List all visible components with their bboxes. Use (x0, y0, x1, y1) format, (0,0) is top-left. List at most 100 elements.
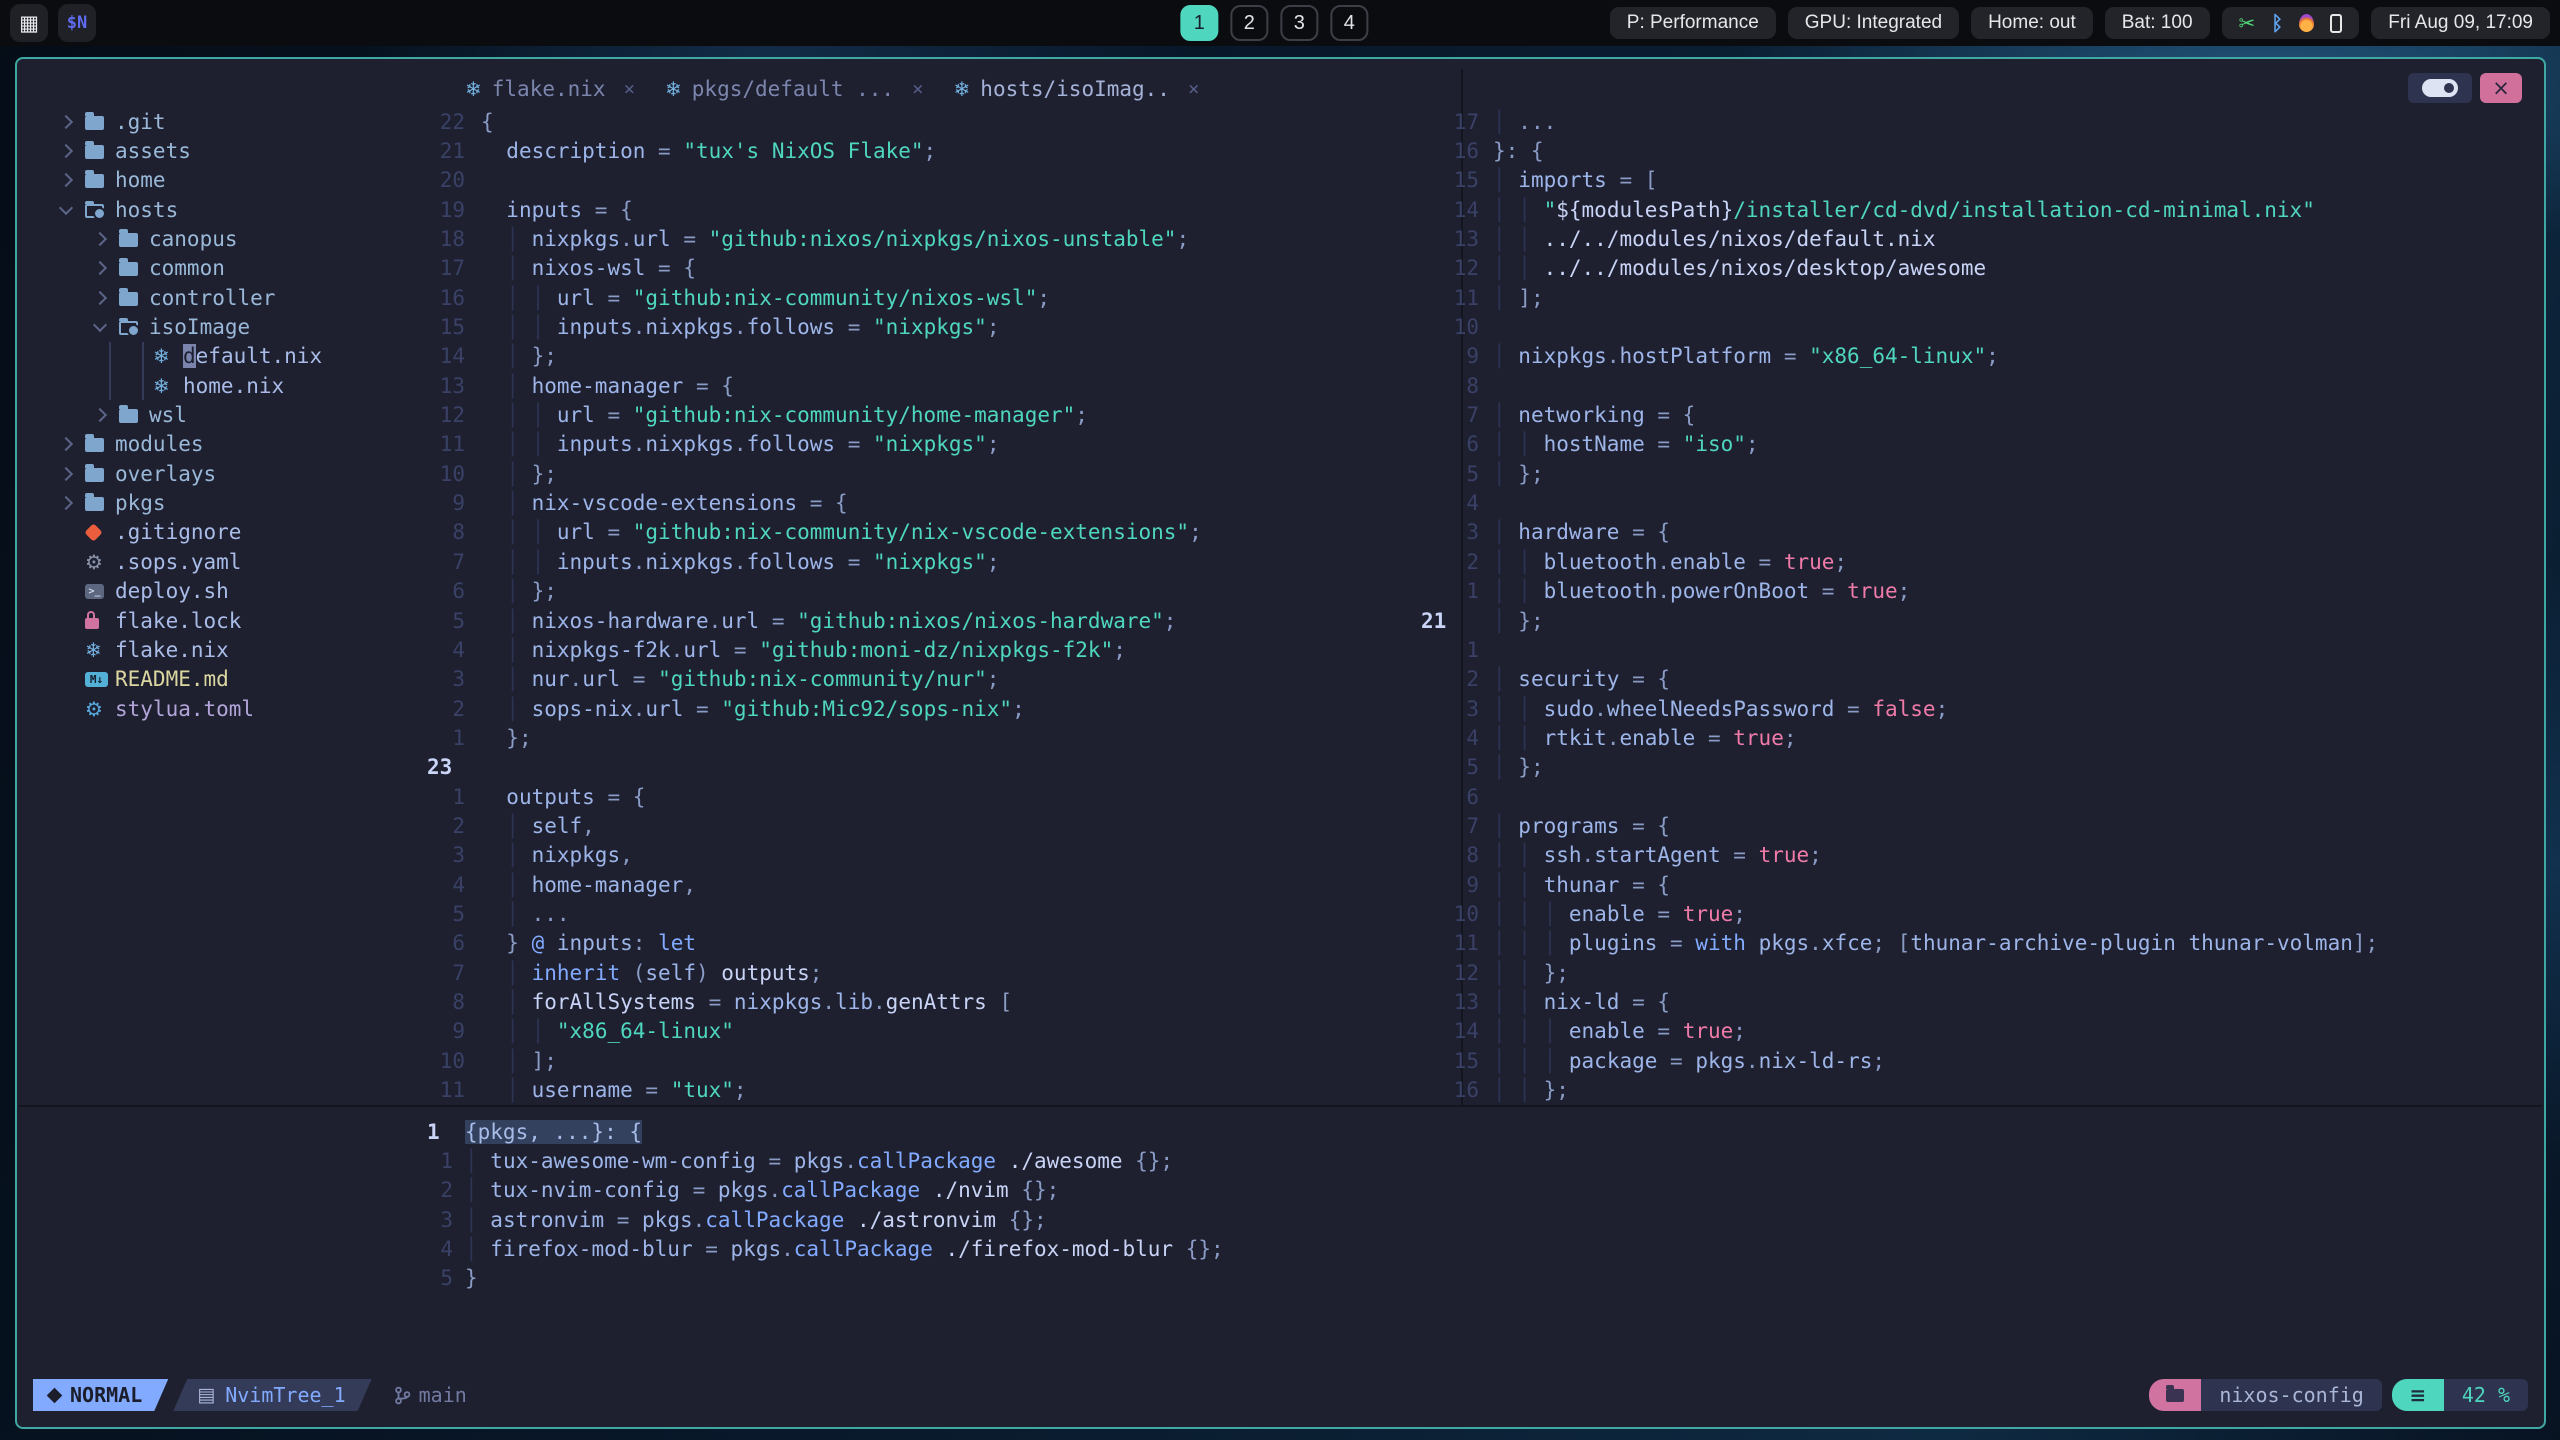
chevron-right-icon[interactable] (58, 496, 85, 511)
chevron-right-icon[interactable] (92, 261, 119, 276)
code-line[interactable]: 1 │ tux-awesome-wm-config = pkgs.callPack… (427, 1146, 1224, 1175)
chevron-right-icon[interactable] (92, 231, 119, 247)
code-line[interactable]: 15 │ imports = [ (1421, 166, 2378, 195)
workspace-1[interactable]: 1 (1180, 5, 1219, 41)
window-toggle-switch[interactable] (2408, 73, 2472, 103)
tree-item-stylua.toml[interactable]: ⚙ stylua.toml (43, 694, 443, 723)
tab-close-icon[interactable]: × (624, 78, 635, 100)
tree-item-canopus[interactable]: canopus (43, 224, 443, 253)
horizontal-split-separator[interactable] (19, 1105, 2542, 1107)
code-line[interactable]: 4 (1421, 488, 2378, 517)
code-line[interactable]: 1 outputs = { (427, 782, 1202, 811)
code-line[interactable]: 10 │ }; (427, 459, 1202, 488)
tree-item-README.md[interactable]: M↓ README.md (43, 665, 443, 694)
code-line[interactable]: 12 │ │ }; (1421, 958, 2378, 987)
code-line[interactable]: 7 │ │ inputs.nixpkgs.follows = "nixpkgs"… (427, 547, 1202, 576)
tab-close-icon[interactable]: × (1188, 78, 1199, 100)
editor-pane-pkgs-default-nix[interactable]: 1 {pkgs, ...}: {1 │ tux-awesome-wm-config … (427, 1117, 1224, 1293)
nvim-badge-button[interactable]: $N (58, 4, 96, 42)
tab-flake.nix[interactable]: ❄ flake.nix × (465, 77, 635, 101)
tree-item-controller[interactable]: controller (43, 283, 443, 312)
code-line[interactable]: 1 (1421, 635, 2378, 664)
tree-item-default.nix[interactable]: ❄ default.nix (43, 341, 443, 372)
tree-item-common[interactable]: common (43, 254, 443, 283)
editor-pane-flake-nix[interactable]: 22{21 description = "tux's NixOS Flake";… (427, 107, 1202, 1105)
code-line[interactable]: 15 │ │ │ package = pkgs.nix-ld-rs; (1421, 1046, 2378, 1075)
status-module[interactable]: Home: out (1971, 7, 2093, 39)
code-line[interactable]: 3 │ hardware = { (1421, 518, 2378, 547)
code-line[interactable]: 16 │ │ }; (1421, 1075, 2378, 1104)
code-line[interactable]: 8 │ forAllSystems = nixpkgs.lib.genAttrs… (427, 987, 1202, 1016)
chevron-right-icon[interactable] (58, 173, 85, 188)
tree-item-modules[interactable]: modules (43, 430, 443, 459)
tree-item-hosts[interactable]: hosts (43, 195, 443, 224)
tab-close-icon[interactable]: × (912, 78, 923, 100)
chevron-right-icon[interactable] (58, 466, 85, 481)
code-line[interactable]: 7 │ programs = { (1421, 811, 2378, 840)
code-line[interactable]: 10 (1421, 312, 2378, 341)
code-line[interactable]: 4 │ nixpkgs-f2k.url = "github:moni-dz/ni… (427, 635, 1202, 664)
code-line[interactable]: 11 │ │ inputs.nixpkgs.follows = "nixpkgs… (427, 430, 1202, 459)
code-line[interactable]: 11 │ username = "tux"; (427, 1075, 1202, 1104)
code-line[interactable]: 3 │ nur.url = "github:nix-community/nur"… (427, 665, 1202, 694)
workspace-4[interactable]: 4 (1330, 5, 1369, 41)
code-line[interactable]: 8 │ │ ssh.startAgent = true; (1421, 841, 2378, 870)
code-line[interactable]: 6 │ }; (427, 577, 1202, 606)
code-line[interactable]: 19 inputs = { (427, 195, 1202, 224)
code-line[interactable]: 13 │ home-manager = { (427, 371, 1202, 400)
code-line[interactable]: 7 │ networking = { (1421, 400, 2378, 429)
tab-pkgs/default ...[interactable]: ❄ pkgs/default ... × (665, 77, 924, 101)
code-line[interactable]: 11 │ ]; (1421, 283, 2378, 312)
chevron-down-icon[interactable] (58, 200, 85, 215)
system-tray[interactable]: ✂ ᛒ (2221, 7, 2360, 39)
code-line[interactable]: 23 (427, 753, 1202, 782)
code-line[interactable]: 12 │ │ ../../modules/nixos/desktop/awesom… (1421, 254, 2378, 283)
code-line[interactable]: 8 │ │ url = "github:nix-community/nix-vs… (427, 518, 1201, 547)
code-line[interactable]: 2 │ self, (427, 811, 1202, 840)
app-launcher-button[interactable]: ▦ (10, 4, 48, 42)
code-line[interactable]: 17 │ ... (1421, 107, 2378, 136)
code-line[interactable]: 5} (427, 1264, 1224, 1293)
chevron-right-icon[interactable] (58, 437, 85, 452)
code-line[interactable]: 4 │ home-manager, (427, 870, 1202, 899)
code-line[interactable]: 2 │ sops-nix.url = "github:Mic92/sops-ni… (427, 694, 1202, 723)
code-line[interactable]: 11 │ │ │ plugins = with pkgs.xfce; [thuna… (1421, 929, 2378, 958)
tree-item-home.nix[interactable]: ❄ home.nix (43, 371, 443, 401)
code-line[interactable]: 1 {pkgs, ...}: { (427, 1117, 1224, 1146)
chevron-right-icon[interactable] (92, 408, 119, 423)
code-line[interactable]: 5 │ ... (427, 899, 1202, 928)
code-line[interactable]: 21 description = "tux's NixOS Flake"; (427, 136, 1202, 165)
code-line[interactable]: 2 │ security = { (1421, 665, 2378, 694)
code-line[interactable]: 9 │ nix-vscode-extensions = { (427, 488, 1202, 517)
code-line[interactable]: 4 │ firefox-mod-blur = pkgs.callPackage .… (427, 1234, 1223, 1263)
code-line[interactable]: 10 │ │ │ enable = true; (1421, 899, 2378, 928)
code-line[interactable]: 4 │ │ rtkit.enable = true; (1421, 723, 2378, 752)
code-line[interactable]: 13 │ │ ../../modules/nixos/default.nix (1421, 224, 2378, 253)
code-line[interactable]: 6 │ │ hostName = "iso"; (1421, 430, 2378, 459)
code-line[interactable]: 5 │ }; (1421, 753, 2378, 782)
chevron-right-icon[interactable] (92, 290, 119, 305)
code-line[interactable]: 9 │ │ "x86_64-linux" (427, 1017, 1202, 1046)
tree-item-deploy.sh[interactable]: >_ deploy.sh (43, 577, 443, 606)
tree-item-flake.lock[interactable]: flake.lock (43, 606, 443, 635)
window-close-button[interactable]: × (2480, 73, 2522, 103)
code-line[interactable]: 12 │ │ url = "github:nix-community/home-… (427, 400, 1202, 429)
editor-pane-iso-default-nix[interactable]: 17 │ ... 16}: {15 │ imports = [14 │ │ "${mod… (1421, 107, 2378, 1105)
tree-item-assets[interactable]: assets (43, 136, 443, 165)
code-line[interactable]: 9 │ nixpkgs.hostPlatform = "x86_64-linux"… (1421, 342, 2378, 371)
code-line[interactable]: 9 │ │ thunar = { (1421, 870, 2378, 899)
chevron-right-icon[interactable] (58, 114, 85, 129)
tree-item-wsl[interactable]: wsl (43, 400, 443, 429)
code-line[interactable]: 14 │ }; (427, 342, 1202, 371)
tree-item-flake.nix[interactable]: ❄ flake.nix (43, 635, 443, 664)
code-line[interactable]: 14 │ │ │ enable = true; (1421, 1017, 2378, 1046)
tree-item-.git[interactable]: .git (43, 107, 443, 136)
code-line[interactable]: 13 │ │ nix-ld = { (1421, 987, 2378, 1016)
code-line[interactable]: 20 (427, 166, 1202, 195)
chevron-down-icon[interactable] (92, 318, 119, 333)
code-line[interactable]: 1 │ │ bluetooth.powerOnBoot = true; (1421, 577, 2378, 606)
code-line[interactable]: 15 │ │ inputs.nixpkgs.follows = "nixpkgs… (427, 312, 1202, 341)
status-module[interactable]: Bat: 100 (2104, 7, 2210, 39)
code-line[interactable]: 5 │ }; (1421, 459, 2378, 488)
code-line[interactable]: 3 │ │ sudo.wheelNeedsPassword = false; (1421, 694, 2378, 723)
